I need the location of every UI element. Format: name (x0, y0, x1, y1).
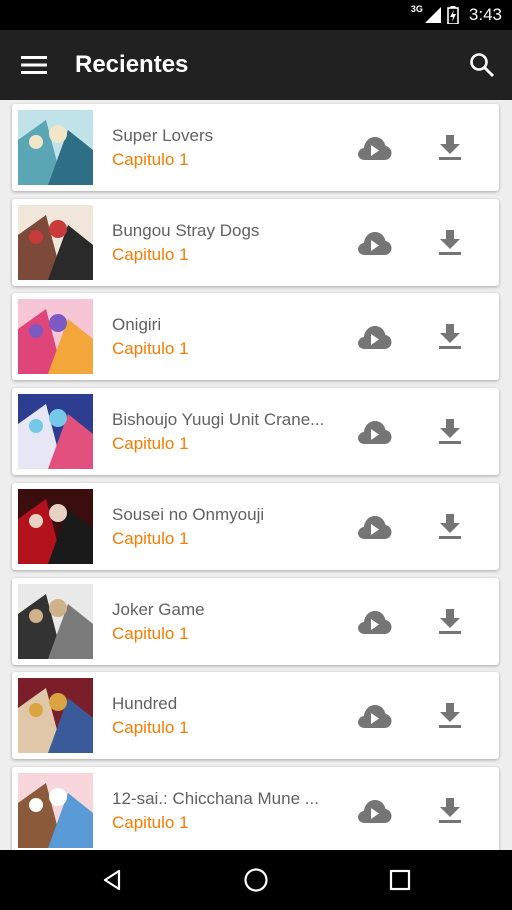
hamburger-menu-icon (21, 56, 47, 74)
cloud-play-icon (358, 799, 392, 823)
anime-title: Joker Game (112, 599, 205, 619)
episode-card[interactable]: Onigiri Capitulo 1 (12, 293, 499, 381)
anime-title: 12-sai.: Chicchana Mune ... (112, 788, 319, 808)
system-nav-bar (0, 850, 512, 910)
network-type: 3G (410, 4, 423, 14)
cover-thumbnail[interactable] (18, 488, 93, 564)
cover-art-image (18, 488, 93, 564)
stream-button[interactable] (353, 319, 395, 355)
cloud-play-icon (358, 231, 392, 255)
download-button[interactable] (433, 414, 467, 450)
episode-label: Capitulo 1 (112, 528, 189, 548)
triangle-back-icon (103, 869, 121, 891)
download-icon (439, 797, 461, 823)
app-bar: Recientes (0, 30, 512, 100)
episode-label: Capitulo 1 (112, 434, 189, 454)
episode-card[interactable]: Sousei no Onmyouji Capitulo 1 (12, 482, 499, 570)
cloud-play-icon (358, 515, 392, 539)
cover-art-image (18, 772, 93, 848)
download-icon (439, 135, 461, 160)
download-button[interactable] (433, 509, 467, 545)
stream-button[interactable] (353, 509, 395, 545)
download-button[interactable] (433, 225, 467, 261)
cloud-play-icon (358, 610, 392, 634)
episode-card[interactable]: Joker Game Capitulo 1 (12, 577, 499, 665)
stream-button[interactable] (353, 793, 395, 829)
clock: 3:43 (468, 5, 502, 24)
cloud-play-icon (358, 421, 392, 445)
download-icon (439, 324, 461, 350)
nav-recents-button[interactable] (382, 862, 418, 898)
page-title: Recientes (75, 51, 189, 78)
stream-button[interactable] (353, 225, 395, 261)
cover-thumbnail[interactable] (18, 394, 93, 470)
episode-label: Capitulo 1 (112, 812, 189, 832)
episode-label: Capitulo 1 (112, 244, 189, 264)
cloud-play-icon (358, 137, 392, 160)
anime-title: Onigiri (112, 315, 162, 335)
signal-icon (424, 7, 441, 23)
cloud-play-icon (358, 705, 392, 729)
episode-label: Capitulo 1 (112, 150, 189, 169)
download-button[interactable] (433, 319, 467, 355)
download-icon (439, 608, 461, 634)
download-button[interactable] (433, 130, 467, 166)
episode-card[interactable]: Super Lovers Capitulo 1 (12, 104, 499, 191)
menu-button[interactable] (14, 51, 54, 79)
cover-art-image (18, 299, 93, 375)
anime-title: Hundred (112, 694, 178, 714)
anime-title: Sousei no Onmyouji (112, 504, 265, 524)
anime-title: Bishoujo Yuugi Unit Crane... (112, 410, 325, 430)
download-icon (439, 419, 461, 445)
cover-thumbnail[interactable] (18, 583, 93, 659)
cover-thumbnail[interactable] (18, 110, 93, 185)
search-button[interactable] (466, 49, 498, 81)
download-button[interactable] (433, 604, 467, 640)
cover-thumbnail[interactable] (18, 772, 93, 848)
battery-icon (447, 6, 459, 24)
cover-thumbnail[interactable] (18, 204, 93, 280)
stream-button[interactable] (353, 698, 395, 734)
cover-art-image (18, 678, 93, 754)
cloud-play-icon (358, 326, 392, 350)
cover-art-image (18, 204, 93, 280)
cover-art-image (18, 394, 93, 470)
anime-title: Super Lovers (112, 126, 214, 145)
episode-label: Capitulo 1 (112, 623, 189, 643)
cover-art-image (18, 583, 93, 659)
search-icon (470, 53, 495, 78)
episode-card[interactable]: Hundred Capitulo 1 (12, 672, 499, 760)
anime-title: Bungou Stray Dogs (112, 220, 260, 240)
episode-card[interactable]: 12-sai.: Chicchana Mune ... Capitulo 1 (12, 766, 499, 850)
episode-label: Capitulo 1 (112, 339, 189, 359)
square-recents-icon (389, 869, 411, 891)
circle-home-icon (244, 868, 268, 892)
nav-home-button[interactable] (238, 862, 274, 898)
download-icon (439, 703, 461, 729)
download-icon (439, 513, 461, 539)
stream-button[interactable] (353, 414, 395, 450)
stream-button[interactable] (353, 604, 395, 640)
nav-back-button[interactable] (94, 862, 130, 898)
status-icons: 3G 3:43 (407, 0, 502, 30)
download-button[interactable] (433, 698, 467, 734)
cover-thumbnail[interactable] (18, 299, 93, 375)
episode-card[interactable]: Bishoujo Yuugi Unit Crane... Capitulo 1 (12, 388, 499, 476)
cover-thumbnail[interactable] (18, 678, 93, 754)
episode-label: Capitulo 1 (112, 718, 189, 738)
status-bar: 3G 3:43 (0, 0, 512, 30)
download-icon (439, 229, 461, 255)
episode-card[interactable]: Bungou Stray Dogs Capitulo 1 (12, 198, 499, 286)
download-button[interactable] (433, 793, 467, 829)
cover-art-image (18, 110, 93, 185)
episode-list[interactable]: Super Lovers Capitulo 1 Bungou Stray Dogs C… (0, 100, 512, 850)
stream-button[interactable] (353, 130, 395, 166)
